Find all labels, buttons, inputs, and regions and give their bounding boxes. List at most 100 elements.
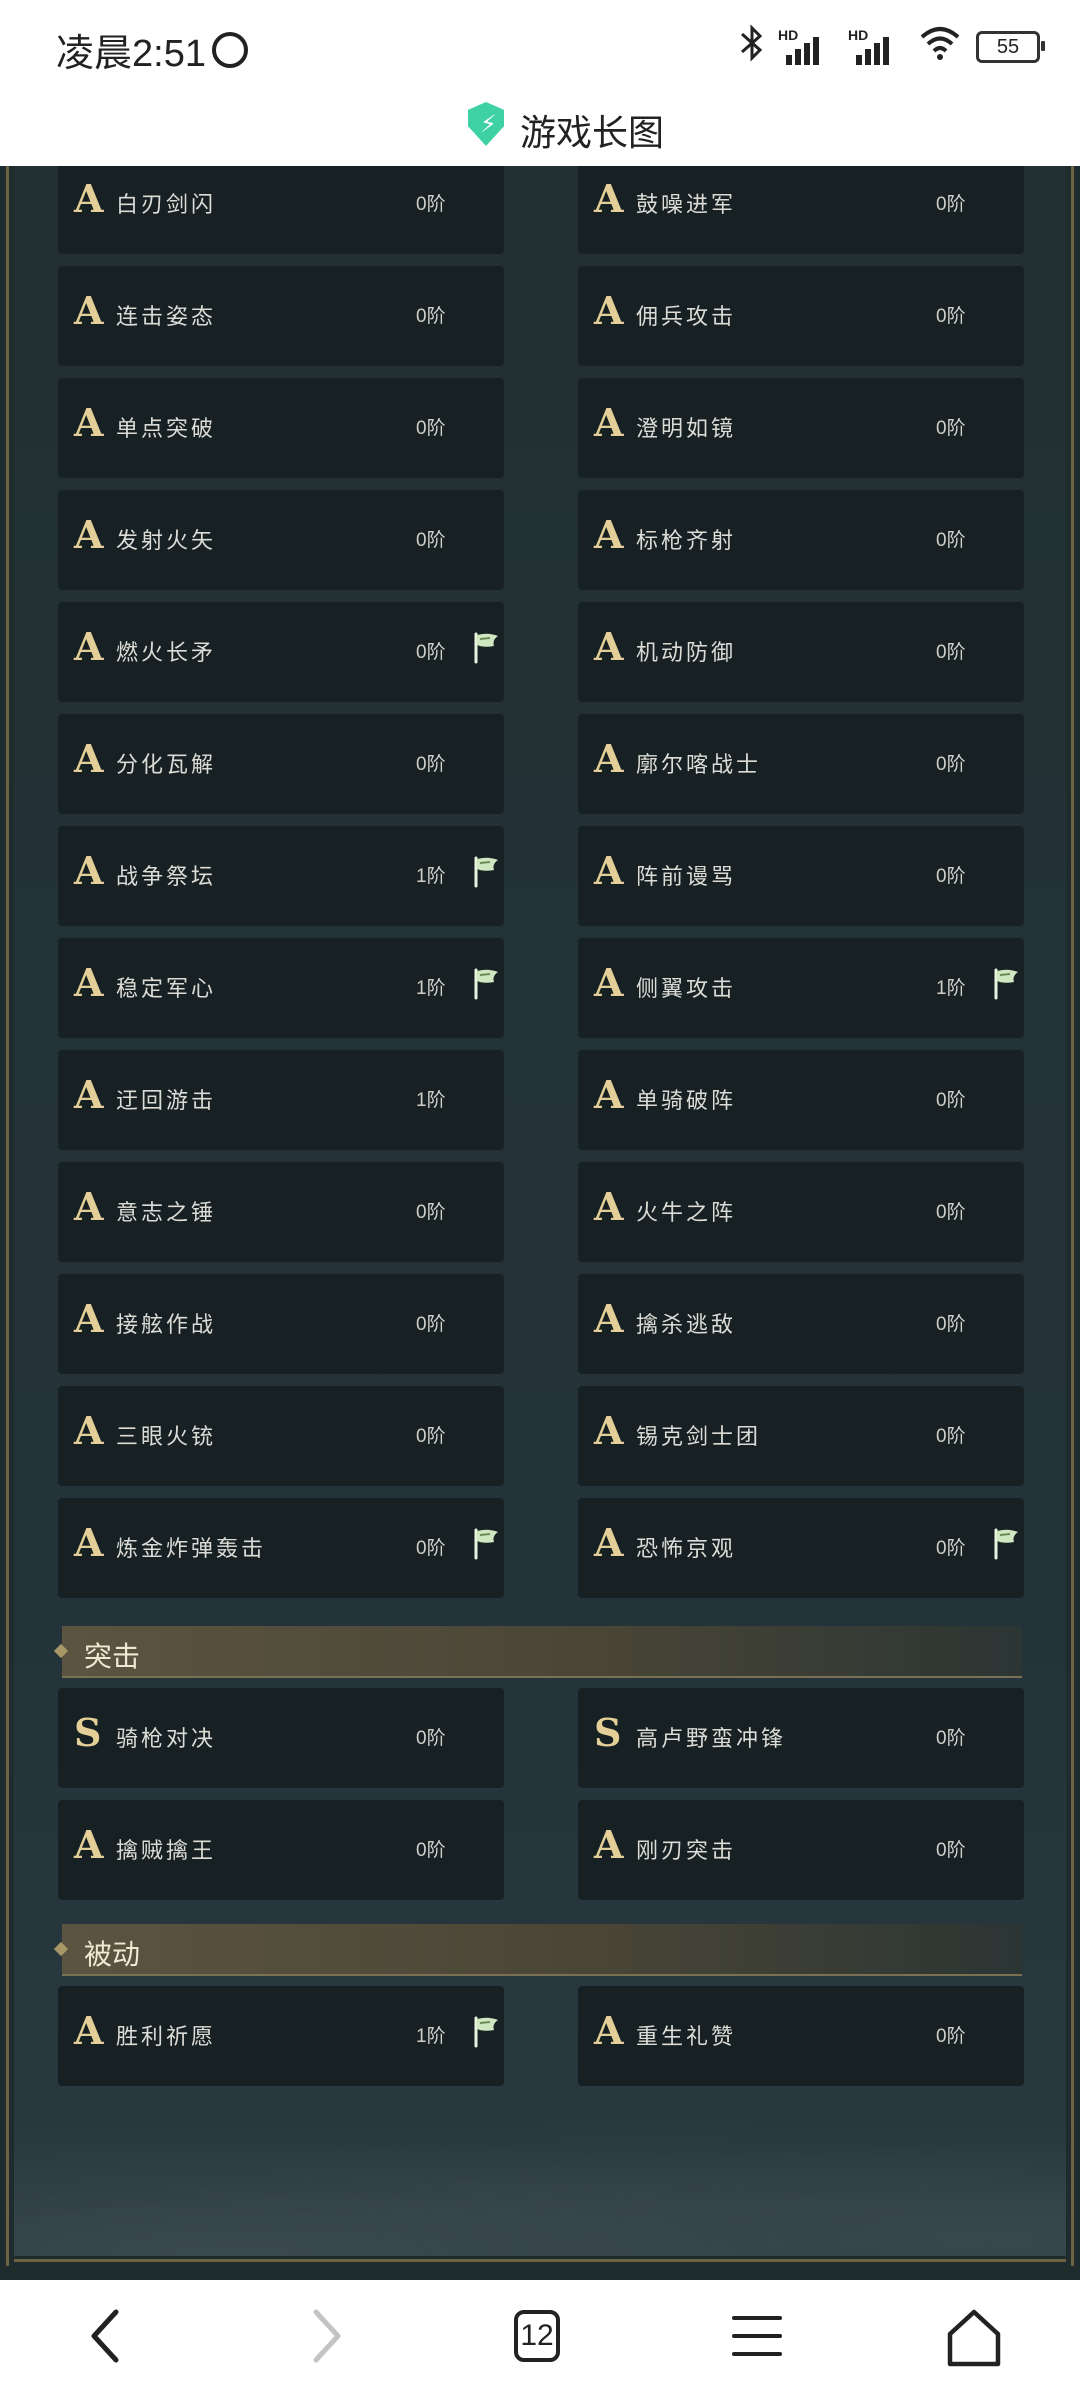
skill-card[interactable]: A 发射火矢 0阶 — [58, 490, 504, 590]
skill-card[interactable]: A 战争祭坛 1阶 — [58, 826, 504, 926]
skill-card[interactable]: A 擒贼擒王 0阶 — [58, 1800, 504, 1900]
skill-card[interactable]: A 迂回游击 1阶 — [58, 1050, 504, 1150]
skill-card[interactable]: A 锡克剑士团 0阶 — [578, 1386, 1024, 1486]
grade-badge: A — [74, 848, 104, 893]
grade-badge: A — [594, 1822, 624, 1867]
bolt-icon: ⚡ — [480, 111, 497, 138]
skill-card[interactable]: A 三眼火铳 0阶 — [58, 1386, 504, 1486]
skill-card[interactable]: A 单点突破 0阶 — [58, 378, 504, 478]
skill-card[interactable]: A 燃火长矛 0阶 — [58, 602, 504, 702]
flag-icon — [470, 854, 504, 888]
skill-card[interactable]: A 炼金炸弹轰击 0阶 — [58, 1498, 504, 1598]
grade-badge: A — [594, 624, 624, 669]
skill-name: 发射火矢 — [116, 528, 217, 553]
skill-name: 连击姿态 — [116, 304, 217, 329]
skill-level: 0阶 — [936, 530, 966, 551]
section-header-beidong: 被动 — [53, 1924, 1022, 1976]
skill-name: 炼金炸弹轰击 — [116, 1536, 267, 1561]
title-bar: ⚡ 游戏长图 — [0, 90, 1080, 166]
grade-badge: A — [74, 512, 104, 557]
battery-icon: 55 — [976, 31, 1045, 63]
skill-card[interactable]: A 分化瓦解 0阶 — [58, 714, 504, 814]
skill-card[interactable]: A 重生礼赞 0阶 — [578, 1986, 1024, 2086]
frame-border-bottom — [14, 2259, 1066, 2262]
skill-level: 0阶 — [936, 194, 966, 215]
skill-level: 0阶 — [416, 1314, 446, 1335]
skill-card[interactable]: A 阵前谩骂 0阶 — [578, 826, 1024, 926]
skill-card[interactable]: A 单骑破阵 0阶 — [578, 1050, 1024, 1150]
skill-level: 1阶 — [416, 866, 446, 887]
skill-card[interactable]: A 廓尔喀战士 0阶 — [578, 714, 1024, 814]
game-long-image[interactable]: A 白刃剑闪 0阶 A 鼓噪进军 0阶 A 连击姿态 0阶 A 佣兵攻击 0阶 A 单点突破 0阶 A 澄明如镜… — [0, 166, 1080, 2280]
skill-level: 0阶 — [936, 1538, 966, 1559]
skill-card[interactable]: A 接舷作战 0阶 — [58, 1274, 504, 1374]
skill-name: 迂回游击 — [116, 1088, 217, 1113]
skill-level: 0阶 — [416, 1426, 446, 1447]
skill-card[interactable]: A 标枪齐射 0阶 — [578, 490, 1024, 590]
skill-card[interactable]: A 连击姿态 0阶 — [58, 266, 504, 366]
skill-name: 佣兵攻击 — [636, 304, 737, 329]
skill-level: 0阶 — [416, 642, 446, 663]
frame-border-left — [6, 166, 9, 2266]
skill-card[interactable]: S 高卢野蛮冲锋 0阶 — [578, 1688, 1024, 1788]
grade-badge: A — [74, 1072, 104, 1117]
home-icon[interactable] — [944, 2308, 1004, 2368]
skill-card[interactable]: A 刚刃突击 0阶 — [578, 1800, 1024, 1900]
skill-name: 稳定军心 — [116, 976, 217, 1001]
status-time: 凌晨2:51 — [56, 33, 206, 75]
grade-badge: A — [74, 1408, 104, 1453]
flag-icon — [470, 630, 504, 664]
skill-name: 刚刃突击 — [636, 1838, 737, 1863]
skill-level: 0阶 — [936, 1090, 966, 1111]
skill-name: 鼓噪进军 — [636, 192, 737, 217]
signal-icon: HD — [778, 27, 834, 67]
skill-level: 0阶 — [416, 530, 446, 551]
grade-badge: A — [74, 624, 104, 669]
skill-card[interactable]: A 火牛之阵 0阶 — [578, 1162, 1024, 1262]
skill-card[interactable]: S 骑枪对决 0阶 — [58, 1688, 504, 1788]
skill-name: 机动防御 — [636, 640, 737, 665]
skill-level: 1阶 — [416, 1090, 446, 1111]
grade-badge: A — [594, 288, 624, 333]
skill-name: 火牛之阵 — [636, 1200, 737, 1225]
skill-card[interactable]: A 澄明如镜 0阶 — [578, 378, 1024, 478]
flag-icon — [990, 1526, 1024, 1560]
skill-name: 单骑破阵 — [636, 1088, 737, 1113]
grade-badge: A — [74, 1184, 104, 1229]
skill-card[interactable]: A 白刃剑闪 0阶 — [58, 166, 504, 254]
grade-badge: A — [594, 736, 624, 781]
skill-name: 白刃剑闪 — [116, 192, 217, 217]
grade-badge: A — [594, 848, 624, 893]
skill-card[interactable]: A 鼓噪进军 0阶 — [578, 166, 1024, 254]
menu-icon[interactable] — [732, 2316, 782, 2360]
skill-card[interactable]: A 机动防御 0阶 — [578, 602, 1024, 702]
back-icon[interactable] — [86, 2308, 126, 2364]
grade-badge: A — [594, 1408, 624, 1453]
grade-badge: A — [74, 736, 104, 781]
skill-grid: S 骑枪对决 0阶 S 高卢野蛮冲锋 0阶 A 擒贼擒王 0阶 A 刚刃突击 0阶 — [58, 1688, 1024, 1900]
grade-badge: A — [594, 1520, 624, 1565]
skill-name: 恐怖京观 — [636, 1536, 737, 1561]
tabs-icon[interactable]: 12 — [514, 2310, 560, 2362]
skill-level: 0阶 — [416, 754, 446, 775]
skill-level: 1阶 — [416, 2026, 446, 2047]
skill-card[interactable]: A 胜利祈愿 1阶 — [58, 1986, 504, 2086]
forward-icon[interactable] — [306, 2308, 346, 2364]
skill-name: 接舷作战 — [116, 1312, 217, 1337]
skill-card[interactable]: A 意志之锤 0阶 — [58, 1162, 504, 1262]
grade-badge: A — [74, 176, 104, 221]
skill-card[interactable]: A 恐怖京观 0阶 — [578, 1498, 1024, 1598]
grade-badge: A — [594, 2008, 624, 2053]
bluetooth-icon — [740, 24, 764, 70]
skill-card[interactable]: A 擒杀逃敌 0阶 — [578, 1274, 1024, 1374]
skill-card[interactable]: A 稳定军心 1阶 — [58, 938, 504, 1038]
grade-badge: A — [74, 288, 104, 333]
grade-badge: A — [594, 1072, 624, 1117]
skill-grid: A 白刃剑闪 0阶 A 鼓噪进军 0阶 A 连击姿态 0阶 A 佣兵攻击 0阶 A 单点突破 0阶 A 澄明如镜… — [58, 166, 1024, 1598]
skill-card[interactable]: A 佣兵攻击 0阶 — [578, 266, 1024, 366]
skill-card[interactable]: A 侧翼攻击 1阶 — [578, 938, 1024, 1038]
skill-name: 重生礼赞 — [636, 2024, 737, 2049]
grade-badge: A — [594, 1296, 624, 1341]
skill-name: 骑枪对决 — [116, 1726, 217, 1751]
grade-badge: A — [594, 1184, 624, 1229]
